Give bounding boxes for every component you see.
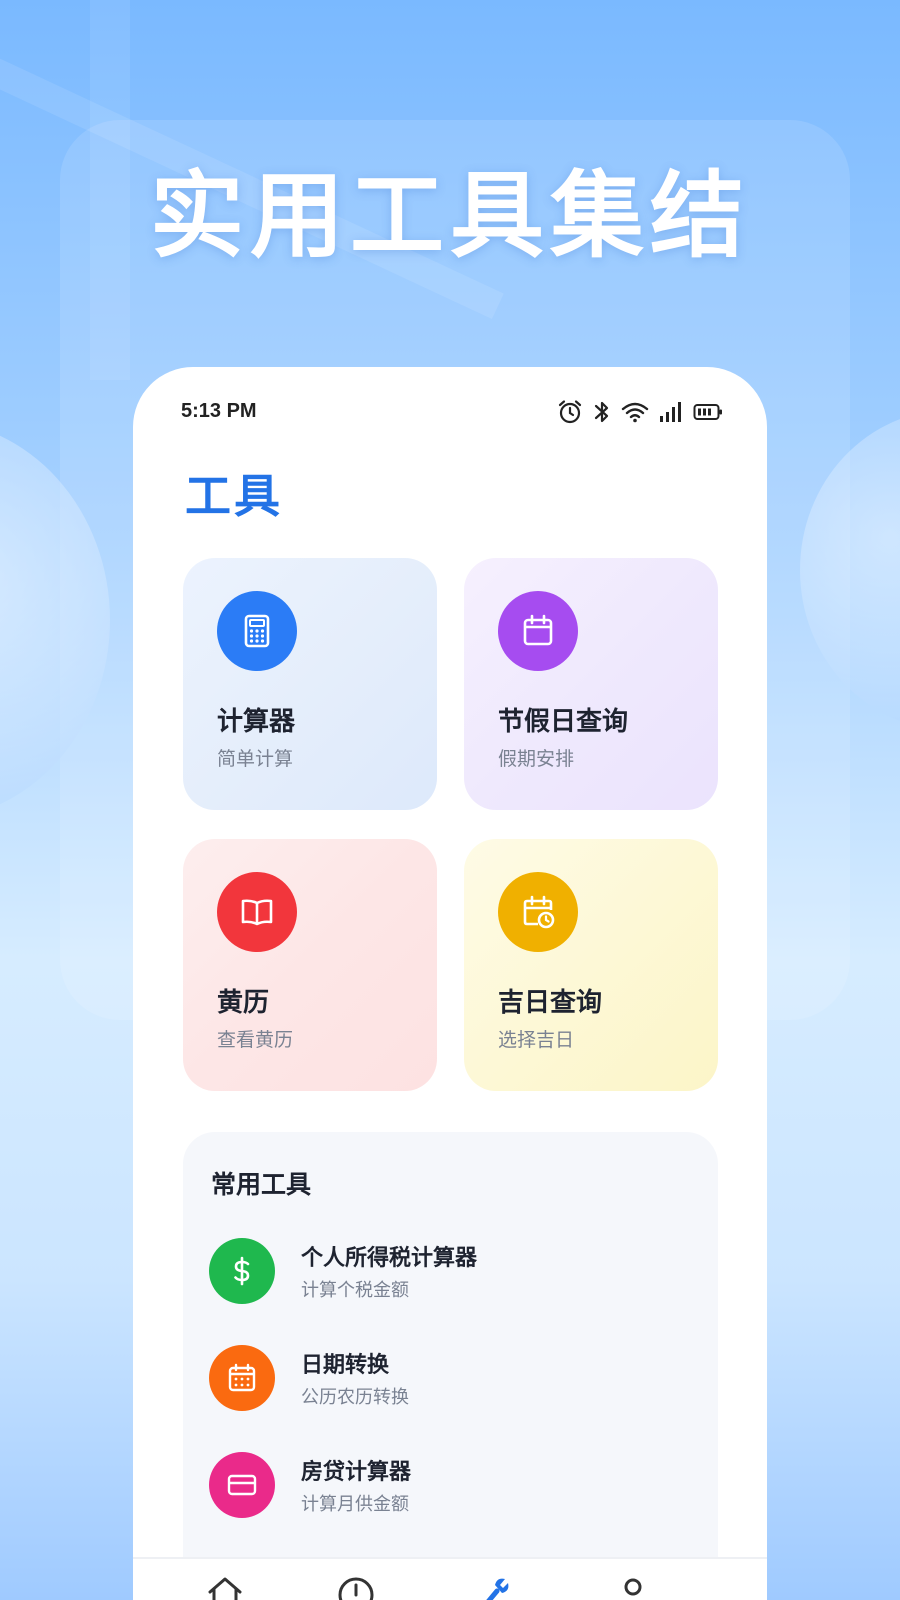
list-item-income-tax[interactable]: 个人所得税计算器 计算个税金额: [209, 1238, 689, 1310]
section-title: 常用工具: [211, 1170, 312, 1199]
tab-me[interactable]: [603, 1573, 663, 1600]
home-icon: [208, 1577, 242, 1600]
list-item-subtitle: 公历农历转换: [301, 1387, 409, 1408]
list-item-subtitle: 计算月供金额: [301, 1494, 409, 1515]
common-tools-section: 常用工具 个人所得税计算器 计算个税金额 日期转换 公历农历转换 房贷计算器 计…: [183, 1132, 718, 1600]
calendar-grid-icon: [209, 1345, 275, 1411]
tab-home[interactable]: [195, 1573, 255, 1600]
list-item-subtitle: 计算个税金额: [301, 1280, 409, 1301]
tool-card-lucky-day[interactable]: 吉日查询 选择吉日: [464, 839, 718, 1091]
promo-headline: 实用工具集结: [149, 162, 750, 271]
background-circle-right: [800, 410, 900, 730]
clock-icon: [338, 1577, 374, 1600]
tool-card-holiday[interactable]: 节假日查询 假期安排: [464, 558, 718, 810]
card-title: 计算器: [217, 707, 296, 737]
card-subtitle: 选择吉日: [498, 1029, 575, 1051]
background-circle-left: [0, 420, 110, 820]
bluetooth-icon: [594, 401, 609, 423]
card-subtitle: 简单计算: [217, 748, 294, 770]
phone-screen: 5:13 PM 工具 计算器 简单计算 节假日查询 假期安排 黄历 查看黄历 吉…: [133, 367, 767, 1600]
list-item-mortgage[interactable]: 房贷计算器 计算月供金额: [209, 1452, 689, 1524]
card-title: 吉日查询: [498, 988, 603, 1018]
page-title: 工具: [185, 469, 283, 523]
tools-icon: [486, 1578, 509, 1600]
calendar-icon: [498, 591, 578, 671]
tab-tools[interactable]: [463, 1573, 523, 1600]
card-subtitle: 假期安排: [498, 748, 575, 770]
tab-time[interactable]: [326, 1573, 386, 1600]
calculator-icon: [217, 591, 297, 671]
battery-icon: [693, 404, 722, 420]
card-title: 节假日查询: [498, 707, 629, 737]
list-item-title: 房贷计算器: [301, 1460, 412, 1485]
tool-card-calculator[interactable]: 计算器 简单计算: [183, 558, 437, 810]
alarm-icon: [558, 400, 582, 424]
promo-screen: 实用工具集结 5:13 PM 工具 计算器 简单计算 节假日查询 假期安排 黄历…: [0, 0, 900, 1600]
calendar-clock-icon: [498, 872, 578, 952]
credit-card-icon: [209, 1452, 275, 1518]
card-title: 黄历: [217, 988, 270, 1018]
list-item-title: 日期转换: [301, 1353, 390, 1378]
list-item-title: 个人所得税计算器: [301, 1246, 478, 1271]
status-bar: 5:13 PM: [133, 367, 767, 447]
wifi-icon: [621, 402, 649, 423]
tool-card-almanac[interactable]: 黄历 查看黄历: [183, 839, 437, 1091]
status-time: 5:13 PM: [181, 400, 257, 422]
card-subtitle: 查看黄历: [217, 1029, 294, 1051]
status-icons: [557, 399, 723, 425]
user-icon: [624, 1578, 642, 1596]
tab-bar: [133, 1557, 767, 1600]
signal-icon: [660, 402, 681, 422]
list-item-date-convert[interactable]: 日期转换 公历农历转换: [209, 1345, 689, 1417]
book-icon: [217, 872, 297, 952]
dollar-icon: [209, 1238, 275, 1304]
